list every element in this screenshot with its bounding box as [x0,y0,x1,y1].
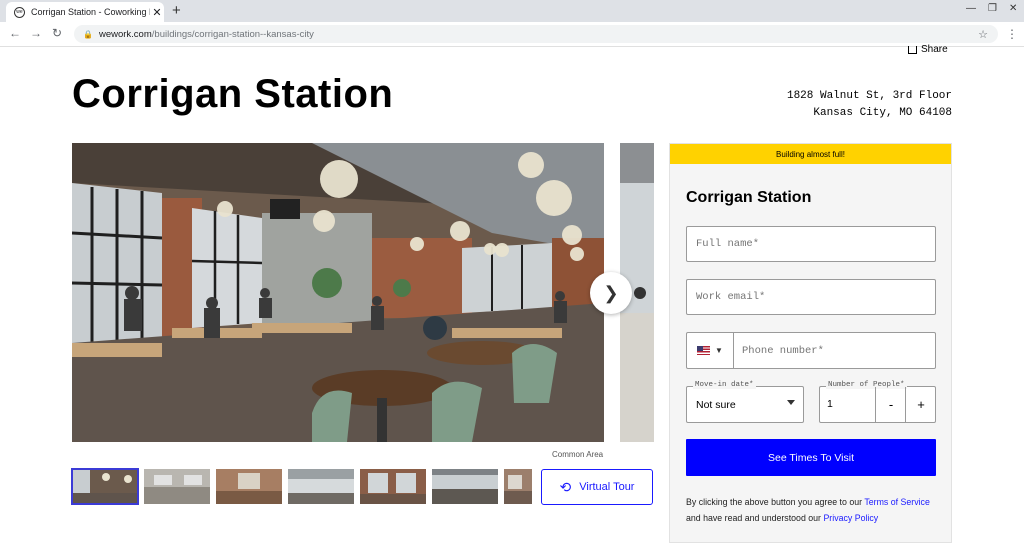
thumbnail-1[interactable] [71,468,139,505]
thumbnail-image [504,469,532,504]
thumbnail-image [216,469,282,504]
tour-form-panel: Building almost full! Corrigan Station ▼… [669,143,952,543]
us-flag-icon [697,346,711,355]
address-line-2: Kansas City, MO 64108 [813,107,952,119]
url-field[interactable]: 🔒 wework.com/buildings/corrigan-station-… [74,25,998,43]
decrement-button[interactable]: - [875,387,906,422]
address-line-1: 1828 Walnut St, 3rd Floor [786,90,952,102]
move-in-label: Move-in date* [693,381,756,389]
people-stepper: Number of People* 1 - + [819,381,936,423]
forward-icon[interactable]: → [30,26,42,40]
share-icon [908,45,917,54]
close-window-icon[interactable]: ✕ [1009,3,1017,14]
full-name-input[interactable] [686,226,936,262]
share-label: Share [921,44,948,55]
thumbnail-image [432,469,498,504]
phone-number-input[interactable] [734,333,935,368]
legal-text-1: By clicking the above button you agree t… [686,497,865,507]
thumbnail-4[interactable] [288,469,354,504]
bookmark-star-icon[interactable]: ☆ [978,28,988,41]
legal-text: By clicking the above button you agree t… [686,494,938,526]
coworking-interior-image [72,143,604,442]
legal-text-2: and have read and understood our [686,513,824,523]
share-button[interactable]: Share [908,44,948,55]
building-address: 1828 Walnut St, 3rd Floor Kansas City, M… [787,88,952,122]
caret-down-icon: ▼ [715,346,723,355]
thumbnail-5[interactable] [360,469,426,504]
rotate-360-icon: ⟲ [559,478,572,495]
move-in-value: Not sure [696,399,736,411]
browser-tab-bar: we Corrigan Station - Coworking Ne ✕ + —… [0,0,1024,22]
increment-button[interactable]: + [905,387,936,422]
url-path: /buildings/corrigan-station--kansas-city [151,28,314,40]
thumbnail-3[interactable] [216,469,282,504]
chevron-down-icon [787,400,795,405]
lock-icon: 🔒 [83,29,93,39]
gallery-main-photo[interactable] [72,143,604,442]
see-times-button[interactable]: See Times To Visit [686,439,936,476]
thumbnail-image [144,469,210,504]
back-icon[interactable]: ← [9,26,21,40]
tab-title: Corrigan Station - Coworking Ne [31,7,150,17]
thumbnail-2[interactable] [144,469,210,504]
browser-menu-icon[interactable]: ⋮ [1006,27,1018,41]
country-code-select[interactable]: ▼ [687,333,734,368]
thumbnail-image [288,469,354,504]
browser-tab[interactable]: we Corrigan Station - Coworking Ne ✕ [6,2,164,22]
virtual-tour-button[interactable]: ⟲ Virtual Tour [541,469,653,505]
thumbnail-6[interactable] [432,469,498,504]
privacy-link[interactable]: Privacy Policy [823,513,878,523]
availability-banner: Building almost full! [670,144,951,164]
wework-favicon-icon: we [14,6,25,18]
thumbnail-strip [71,468,532,505]
photo-caption: Common Area [552,450,604,459]
thumbnail-image [72,469,138,504]
close-tab-icon[interactable]: ✕ [150,6,164,19]
people-value[interactable]: 1 [827,398,833,410]
minimize-icon[interactable]: — [966,3,976,14]
reload-icon[interactable]: ↻ [52,26,62,40]
thumbnail-7[interactable] [504,469,532,504]
work-email-input[interactable] [686,279,936,315]
url-host: wework.com [98,28,152,40]
form-title: Corrigan Station [686,189,812,206]
page-title: Corrigan Station [72,72,394,116]
thumbnail-image [360,469,426,504]
move-in-date-select[interactable]: Move-in date* Not sure [686,381,804,423]
chevron-right-icon: ❯ [603,282,619,303]
phone-field: ▼ [686,332,936,369]
new-tab-icon[interactable]: + [172,2,181,19]
address-bar: ← → ↻ 🔒 wework.com/buildings/corrigan-st… [0,22,1024,47]
restore-icon[interactable]: ❐ [988,3,997,14]
terms-link[interactable]: Terms of Service [864,497,930,507]
gallery-next-button[interactable]: ❯ [590,272,632,314]
virtual-tour-label: Virtual Tour [579,481,635,493]
